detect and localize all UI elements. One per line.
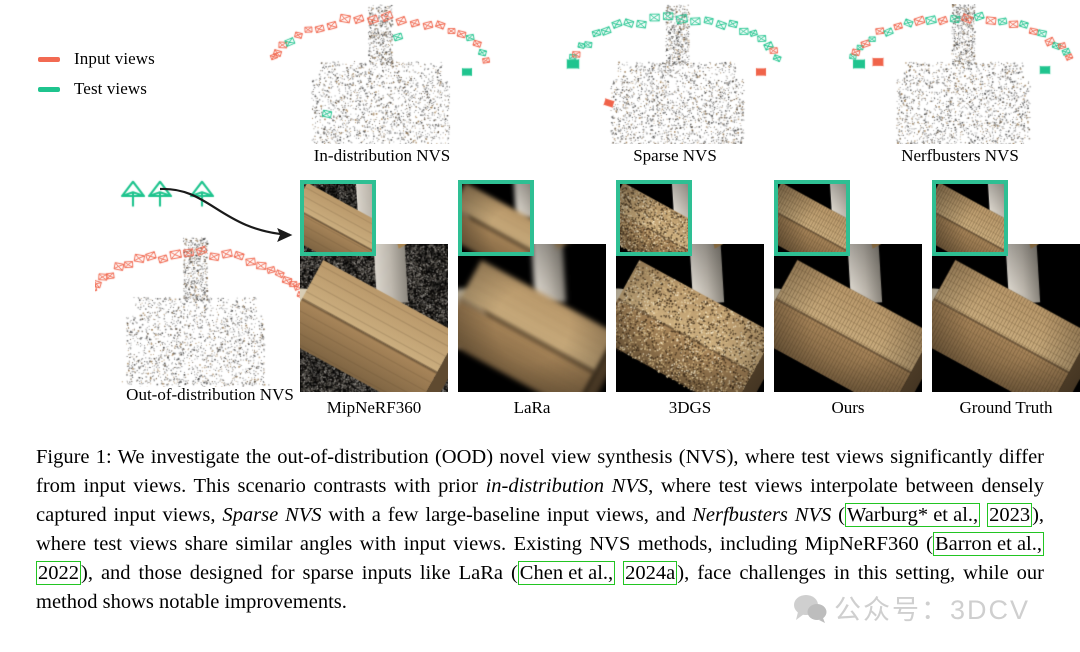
panel-label-nerfbusters: Nerfbusters NVS bbox=[901, 146, 1019, 165]
render-image-mipnerf360 bbox=[300, 244, 448, 392]
method-label-3dgs: 3DGS bbox=[668, 398, 712, 417]
method-label-lara: LaRa bbox=[513, 398, 551, 417]
zoom-inset-ground-truth bbox=[932, 180, 1008, 256]
panel-nerfbusters: Nerfbusters NVS bbox=[845, 4, 1075, 174]
method-label-ground-truth: Ground Truth bbox=[959, 398, 1053, 417]
citation-link-warburg-year[interactable]: 2023 bbox=[987, 503, 1033, 527]
render-image-ours bbox=[774, 244, 922, 392]
legend-label-test-views: Test views bbox=[74, 79, 147, 98]
caption-text-6: ), and those designed for sparse inputs … bbox=[81, 562, 518, 584]
citation-link-warburg-author[interactable]: Warburg* et al., bbox=[844, 503, 981, 527]
zoom-inset-3dgs bbox=[616, 180, 692, 256]
method-label-ours: Ours bbox=[831, 398, 865, 417]
citation-link-barron-year[interactable]: 2022 bbox=[36, 561, 81, 585]
legend-item-input-views: Input views bbox=[38, 44, 155, 74]
panel-in-distribution: In-distribution NVS bbox=[262, 4, 502, 174]
zoom-inset-mipnerf360 bbox=[300, 180, 376, 256]
caption-em-nerfbusters-nvs: Nerfbusters NVS bbox=[692, 504, 832, 526]
zoom-inset-lara bbox=[458, 180, 534, 256]
input-views-color-swatch bbox=[38, 56, 60, 62]
test-views-color-swatch bbox=[38, 86, 60, 92]
point-cloud-in-distribution bbox=[262, 4, 502, 144]
caption-text-3: with a few large-baseline input views, a… bbox=[321, 504, 693, 526]
panel-label-out-of-distribution: Out-of-distribution NVS bbox=[126, 385, 294, 404]
citation-link-barron-author[interactable]: Barron et al., bbox=[932, 532, 1044, 556]
panel-label-in-distribution: In-distribution NVS bbox=[313, 146, 451, 165]
curved-arrow-icon bbox=[159, 187, 293, 242]
panel-label-sparse: Sparse NVS bbox=[633, 146, 717, 165]
figure-graphic: Input views Test views In-distribution N… bbox=[0, 0, 1080, 430]
panel-sparse: Sparse NVS bbox=[565, 4, 785, 174]
legend-label-input-views: Input views bbox=[74, 49, 155, 68]
figure-caption: Figure 1: We investigate the out-of-dist… bbox=[36, 443, 1044, 617]
citation-link-chen-author[interactable]: Chen et al., bbox=[517, 561, 616, 585]
method-label-mipnerf360: MipNeRF360 bbox=[326, 398, 422, 417]
citation-link-chen-year[interactable]: 2024a bbox=[623, 561, 678, 585]
point-cloud-nerfbusters bbox=[845, 4, 1075, 144]
caption-figure-number: Figure 1: bbox=[36, 446, 112, 468]
caption-em-sparse-nvs: Sparse NVS bbox=[222, 504, 322, 526]
zoom-inset-ours bbox=[774, 180, 850, 256]
point-cloud-sparse bbox=[565, 4, 785, 144]
render-image-3dgs bbox=[616, 244, 764, 392]
caption-em-in-distribution: in-distribution NVS bbox=[485, 475, 649, 497]
legend-item-test-views: Test views bbox=[38, 74, 155, 104]
render-image-ground-truth bbox=[932, 244, 1080, 392]
legend: Input views Test views bbox=[38, 44, 155, 104]
caption-text-4: ( bbox=[831, 504, 845, 526]
render-image-lara bbox=[458, 244, 606, 392]
